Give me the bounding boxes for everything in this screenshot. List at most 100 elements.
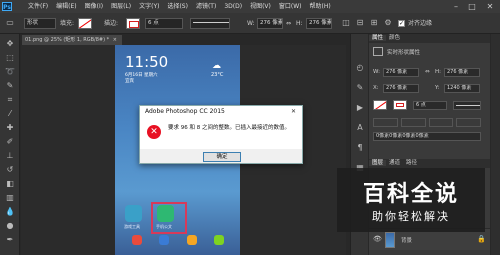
- fill-swatch[interactable]: [78, 18, 92, 29]
- history-panel-icon[interactable]: ◴: [354, 62, 366, 74]
- prop-y-label: Y:: [435, 85, 440, 91]
- prop-x-label: X:: [373, 85, 379, 91]
- menu-layer[interactable]: 图层(L): [107, 0, 135, 13]
- lock-icon: 🔒: [477, 235, 486, 243]
- prop-height-field[interactable]: 276 像素: [444, 68, 480, 77]
- shape-tool-icon[interactable]: ▭: [3, 17, 17, 29]
- prop-link-icon[interactable]: ⇔: [425, 69, 430, 75]
- prop-x-field[interactable]: 276 像素: [383, 84, 419, 93]
- error-dialog: Adobe Photoshop CC 2015 ✕ ✕ 要求 96 和 8 之间…: [139, 105, 303, 164]
- history-brush-icon[interactable]: ↺: [4, 164, 16, 176]
- align-button[interactable]: [373, 118, 398, 127]
- close-window-button[interactable]: ✕: [484, 1, 496, 12]
- document-tab[interactable]: 01.png @ 25% (矩形 1, RGB/8#) * ×: [22, 35, 122, 45]
- tab-paths[interactable]: 路径: [403, 160, 420, 166]
- maximize-button[interactable]: □: [466, 1, 478, 12]
- dock-app-icon: [131, 235, 142, 245]
- align-button[interactable]: [400, 118, 426, 127]
- eye-icon[interactable]: 👁: [373, 235, 382, 243]
- prop-fill-swatch[interactable]: [373, 100, 387, 110]
- crop-tool-icon[interactable]: ⌗: [4, 94, 16, 106]
- healing-brush-icon[interactable]: ✚: [4, 122, 16, 134]
- pen-tool-icon[interactable]: ✒: [4, 234, 16, 246]
- tab-channels[interactable]: 通道: [386, 160, 403, 166]
- move-tool-icon[interactable]: ✥: [4, 38, 16, 50]
- dialog-message: 要求 96 和 8 之间的整数。已插入最接近的数值。: [168, 125, 290, 131]
- align-button[interactable]: [428, 118, 454, 127]
- layer-name: 背景: [401, 238, 413, 244]
- menu-image[interactable]: 图像(I): [81, 0, 107, 13]
- rectangle-shape-selection[interactable]: [151, 202, 187, 234]
- error-icon: ✕: [147, 125, 161, 139]
- ok-button[interactable]: 确定: [203, 152, 241, 162]
- tab-layers[interactable]: 图层: [369, 160, 387, 166]
- width-field[interactable]: 276 像素: [257, 18, 283, 29]
- tab-color[interactable]: 颜色: [386, 35, 403, 41]
- menu-edit[interactable]: 编辑(E): [52, 0, 80, 13]
- prop-stroke-type-select[interactable]: [453, 101, 481, 110]
- eyedropper-tool-icon[interactable]: ⁄: [4, 108, 16, 120]
- dialog-close-button[interactable]: ✕: [291, 108, 296, 115]
- quick-select-tool-icon[interactable]: ✎: [4, 80, 16, 92]
- menu-help[interactable]: 帮助(H): [306, 0, 335, 13]
- prop-h-label: H:: [435, 69, 441, 75]
- actions-panel-icon[interactable]: ▶: [354, 102, 366, 114]
- menu-type[interactable]: 文字(Y): [135, 0, 163, 13]
- brush-tool-icon[interactable]: ✐: [4, 136, 16, 148]
- width-label: W:: [247, 20, 255, 27]
- right-panel-scrollbar[interactable]: [491, 34, 500, 255]
- path-alignment-icon[interactable]: ⊟: [354, 17, 366, 29]
- stroke-width-field[interactable]: 6 点: [145, 18, 183, 29]
- height-label: H:: [296, 20, 303, 27]
- tab-properties[interactable]: 属性: [369, 35, 387, 41]
- eraser-tool-icon[interactable]: ◧: [4, 178, 16, 190]
- align-edges-checkbox[interactable]: ✓: [398, 20, 405, 27]
- minimize-button[interactable]: –: [450, 1, 462, 12]
- link-icon[interactable]: ⇔: [286, 13, 291, 34]
- dock-app-icon: [159, 235, 170, 245]
- menu-select[interactable]: 选择(S): [163, 0, 192, 13]
- gradient-tool-icon[interactable]: ▥: [4, 192, 16, 204]
- phone-time: 11:50: [125, 53, 169, 71]
- menu-window[interactable]: 窗口(W): [275, 0, 306, 13]
- path-arrangement-icon[interactable]: ⊞: [368, 17, 380, 29]
- lasso-tool-icon[interactable]: ➰: [4, 66, 16, 78]
- height-field[interactable]: 276 像素: [306, 18, 332, 29]
- prop-y-field[interactable]: 1240 像素: [444, 84, 480, 93]
- tools-panel: ✥ ⬚ ➰ ✎ ⌗ ⁄ ✚ ✐ ⊥ ↺ ◧ ▥ 💧 ● ✒: [0, 34, 20, 255]
- dialog-body: [140, 118, 302, 149]
- menu-3d[interactable]: 3D(D): [220, 0, 246, 13]
- prop-stroke-swatch[interactable]: [393, 100, 407, 110]
- layers-tabbar: 图层 通道 路径: [369, 159, 490, 168]
- blur-tool-icon[interactable]: 💧: [4, 206, 16, 218]
- paragraph-panel-icon[interactable]: ¶: [354, 142, 366, 154]
- options-bar: ▭ 形状 填充: 描边: 6 点 W: 276 像素 ⇔ H: 276 像素 ◫…: [0, 13, 500, 34]
- stamp-tool-icon[interactable]: ⊥: [4, 150, 16, 162]
- dodge-tool-icon[interactable]: ●: [4, 220, 16, 232]
- dialog-title: Adobe Photoshop CC 2015: [145, 108, 225, 115]
- phone-temperature: 23°C: [211, 72, 224, 78]
- close-tab-icon[interactable]: ×: [113, 37, 117, 43]
- stroke-type-select[interactable]: [190, 18, 230, 29]
- path-operations-icon[interactable]: ◫: [340, 17, 352, 29]
- prop-width-field[interactable]: 276 像素: [383, 68, 419, 77]
- properties-tabbar: 属性 颜色: [369, 34, 490, 43]
- main-menu: 文件(F) 编辑(E) 图像(I) 图层(L) 文字(Y) 选择(S) 滤镜(T…: [24, 0, 335, 13]
- menu-file[interactable]: 文件(F): [24, 0, 52, 13]
- marquee-tool-icon[interactable]: ⬚: [4, 52, 16, 64]
- character-panel-icon[interactable]: A: [354, 122, 366, 134]
- photoshop-logo: Ps: [2, 2, 12, 11]
- align-edges-label: 对齐边缘: [408, 20, 433, 27]
- stroke-swatch[interactable]: [126, 18, 140, 29]
- watermark-title: 百科全说: [362, 182, 459, 207]
- gear-icon[interactable]: ⚙: [382, 17, 394, 29]
- tool-mode-select[interactable]: 形状: [24, 18, 56, 29]
- prop-stroke-width-field[interactable]: 6 点: [413, 101, 447, 110]
- brush-panel-icon[interactable]: ✎: [354, 82, 366, 94]
- menu-view[interactable]: 视图(V): [246, 0, 275, 13]
- dock-app-icon: [214, 235, 225, 245]
- fill-label: 填充:: [60, 20, 75, 27]
- prop-corner-radius-field[interactable]: 0像素0像素0像素0像素: [373, 132, 481, 141]
- align-button[interactable]: [456, 118, 481, 127]
- menu-filter[interactable]: 滤镜(T): [192, 0, 220, 13]
